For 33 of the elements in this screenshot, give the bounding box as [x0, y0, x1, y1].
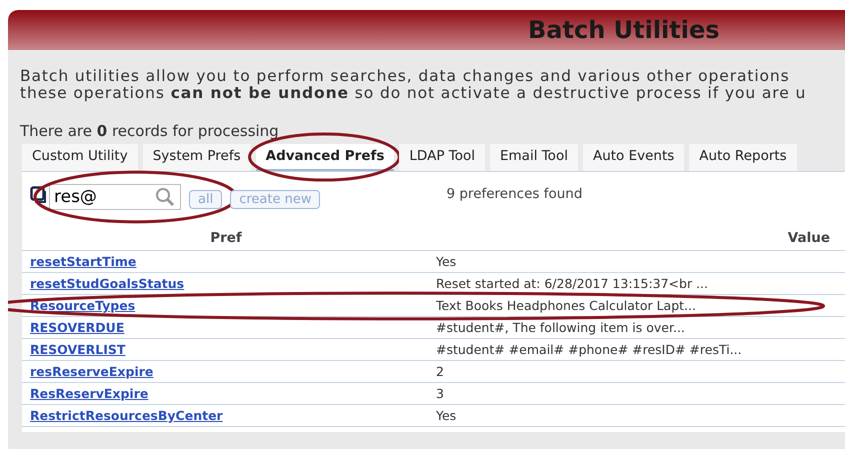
pref-link[interactable]: RESOVERDUE: [22, 320, 124, 335]
tab[interactable]: Advanced Prefs: [256, 144, 394, 171]
table-cell-text: Yes: [435, 408, 456, 423]
tab[interactable]: Custom Utility: [22, 144, 138, 171]
table-cell-text: Reset started at: 6/28/2017 13:15:37<br ...: [435, 276, 708, 291]
table-cell-text: Yes: [435, 254, 456, 269]
column-header: Value: [786, 229, 830, 248]
records-count-text: There are 0 records for processing: [20, 122, 280, 140]
pref-link[interactable]: ResReservExpire: [22, 386, 148, 401]
description-text: Batch utilities allow you to perform searches, data changes and various other operations: [20, 68, 791, 85]
checkbox-icon[interactable]: [30, 186, 46, 204]
search-field[interactable]: res@: [49, 184, 181, 210]
results-count-text: 9 preferences found: [446, 186, 582, 202]
tab[interactable]: Auto Events: [582, 144, 684, 171]
tab[interactable]: Auto Reports: [689, 144, 797, 171]
column-header: Pref: [209, 229, 243, 248]
tab[interactable]: Email Tool: [490, 144, 578, 171]
table-cell-text: Text Books Headphones Calculator Lapt...: [435, 298, 696, 313]
tab[interactable]: LDAP Tool: [399, 144, 485, 171]
pref-link[interactable]: RestrictResourcesByCenter: [22, 408, 223, 423]
pref-link[interactable]: resReserveExpire: [22, 364, 154, 379]
search-icon: [155, 187, 175, 207]
tab[interactable]: System Prefs: [142, 144, 251, 171]
pref-link[interactable]: resetStudGoalsStatus: [22, 276, 184, 291]
table-cell-text: 2: [435, 364, 444, 379]
table-cell-text: 3: [435, 386, 444, 401]
page-title: Batch Utilities: [528, 16, 720, 44]
table-cell-text: #student#, The following item is over...: [435, 320, 685, 335]
pref-link[interactable]: ResourceTypes: [22, 298, 136, 313]
table-cell-text: #student# #email# #phone# #resID# #resTi...: [435, 342, 742, 357]
pref-link[interactable]: resetStartTime: [22, 254, 136, 269]
description-text: these operations can not be undone so do not activate a destructive process if you are u: [20, 85, 808, 102]
pref-link[interactable]: RESOVERLIST: [22, 342, 126, 357]
